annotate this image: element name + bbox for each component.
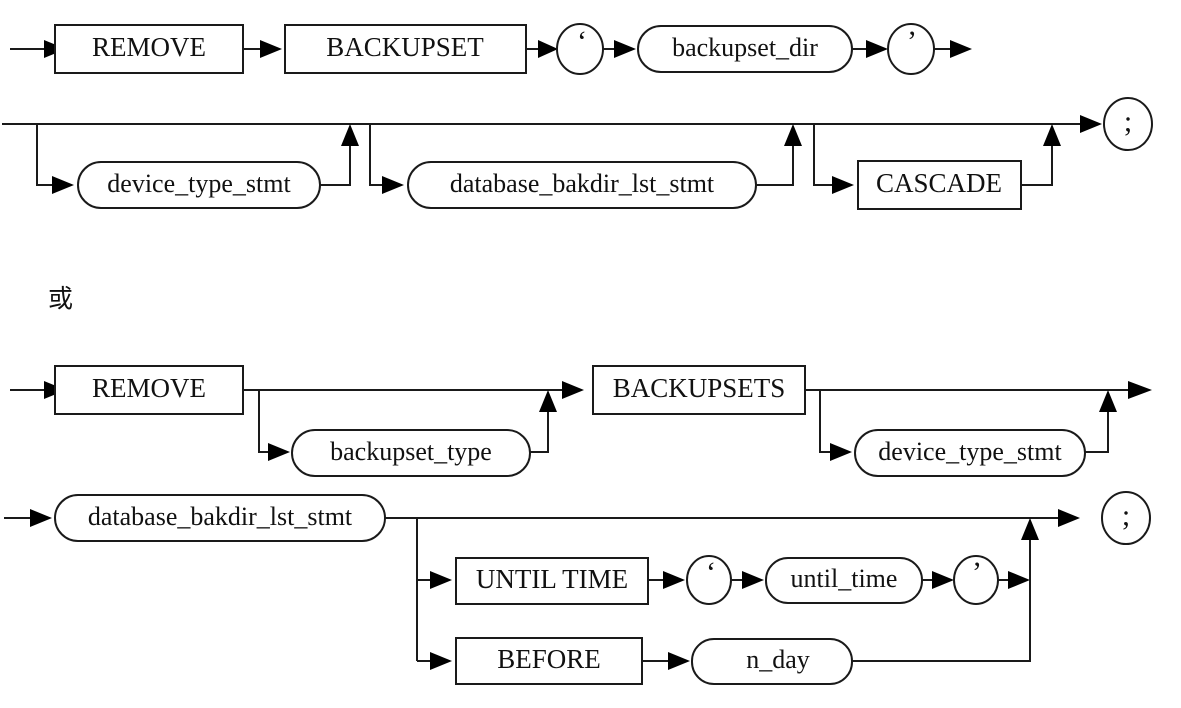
arrow-row1-exit (950, 40, 972, 58)
node-device-type-stmt-2-label: device_type_stmt (878, 437, 1062, 466)
node-n-day-label: n_day (746, 645, 810, 674)
row2-branch-up-dbbakdir (756, 146, 794, 186)
row-4-group: database_bakdir_lst_stmt ; UNTIL TIME ‘ … (4, 491, 1151, 685)
arrow-branchA-merge (1008, 571, 1030, 589)
row-1-group: REMOVE BACKUPSET ‘ backupset_dir ’ (10, 23, 972, 75)
arrow-into-backupset-type (268, 443, 290, 461)
arrow-up-merge-row4 (1021, 518, 1039, 540)
arrow-into-n-day (668, 652, 690, 670)
row-3-group: REMOVE backupset_type BACKUPSETS device_… (10, 365, 1152, 477)
arrow-into-before (430, 652, 452, 670)
row2-branch-down-dbbakdir (369, 124, 382, 186)
node-quote-close-1-label: ’ (907, 25, 917, 58)
node-until-time-var-label: until_time (791, 564, 898, 593)
arrow-up-merge-device-2 (1099, 390, 1117, 412)
arrow-into-database-bakdir-lst-stmt-1 (382, 176, 404, 194)
node-backupset-type-label: backupset_type (330, 437, 492, 466)
railroad-diagram-canvas: REMOVE BACKUPSET ‘ backupset_dir ’ ; dev… (0, 0, 1181, 708)
arrow-into-quote-close-2 (932, 571, 954, 589)
node-quote-open-1-label: ‘ (577, 25, 587, 58)
arrow-row3-exit (1128, 381, 1152, 399)
node-remove-1-label: REMOVE (92, 32, 206, 62)
row2-branch-up-cascade (1021, 146, 1053, 186)
node-backupsets-label: BACKUPSETS (613, 373, 786, 403)
node-remove-2-label: REMOVE (92, 373, 206, 403)
node-semicolon-2-label: ; (1122, 499, 1130, 532)
arrow-into-quote-close-1 (866, 40, 888, 58)
row2-branch-down-cascade (813, 124, 832, 186)
arrow-into-quote-open-2 (663, 571, 685, 589)
arrow-up-merge-dbbakdir-1 (784, 124, 802, 146)
arrow-into-database-bakdir-lst-stmt-2 (30, 509, 52, 527)
arrow-into-until-time (430, 571, 452, 589)
arrow-into-until-time-var (742, 571, 764, 589)
row2-branch-down-device (36, 124, 52, 186)
alternatives-connector-label: 或 (48, 284, 73, 313)
arrow-into-quote-open-1 (538, 40, 558, 58)
row3-branch-down-backupset-type (258, 390, 268, 453)
node-device-type-stmt-1-label: device_type_stmt (107, 169, 291, 198)
node-database-bakdir-lst-stmt-2-label: database_bakdir_lst_stmt (88, 502, 353, 531)
arrow-into-semicolon-2 (1058, 509, 1080, 527)
node-semicolon-1-label: ; (1124, 105, 1132, 138)
arrow-into-device-type-stmt-2 (830, 443, 852, 461)
arrow-into-backupset (260, 40, 282, 58)
arrow-into-semicolon-1 (1080, 115, 1102, 133)
node-quote-open-2-label: ‘ (706, 556, 716, 589)
row2-branch-up-device (320, 146, 351, 186)
row3-branch-up-backupset-type (530, 412, 549, 453)
row-2-group: ; device_type_stmt database_bakdir_lst_s… (2, 97, 1153, 210)
node-backupset-dir-label: backupset_dir (672, 33, 818, 62)
node-cascade-label: CASCADE (876, 168, 1002, 198)
arrow-into-backupset-dir (614, 40, 636, 58)
row3-branch-down-device (819, 390, 830, 453)
railroad-diagram-svg: REMOVE BACKUPSET ‘ backupset_dir ’ ; dev… (2, 23, 1153, 685)
node-before-label: BEFORE (497, 644, 601, 674)
node-database-bakdir-lst-stmt-1-label: database_bakdir_lst_stmt (450, 169, 715, 198)
arrow-up-merge-device-1 (341, 124, 359, 146)
arrow-into-device-type-stmt-1 (52, 176, 74, 194)
arrow-up-merge-backupset-type (539, 390, 557, 412)
arrow-up-merge-cascade (1043, 124, 1061, 146)
arrow-into-backupsets (562, 381, 584, 399)
node-until-time-label: UNTIL TIME (476, 564, 628, 594)
row3-branch-up-device (1085, 412, 1109, 453)
node-quote-close-2-label: ’ (972, 556, 982, 589)
node-backupset-label: BACKUPSET (326, 32, 484, 62)
arrow-into-cascade (832, 176, 854, 194)
